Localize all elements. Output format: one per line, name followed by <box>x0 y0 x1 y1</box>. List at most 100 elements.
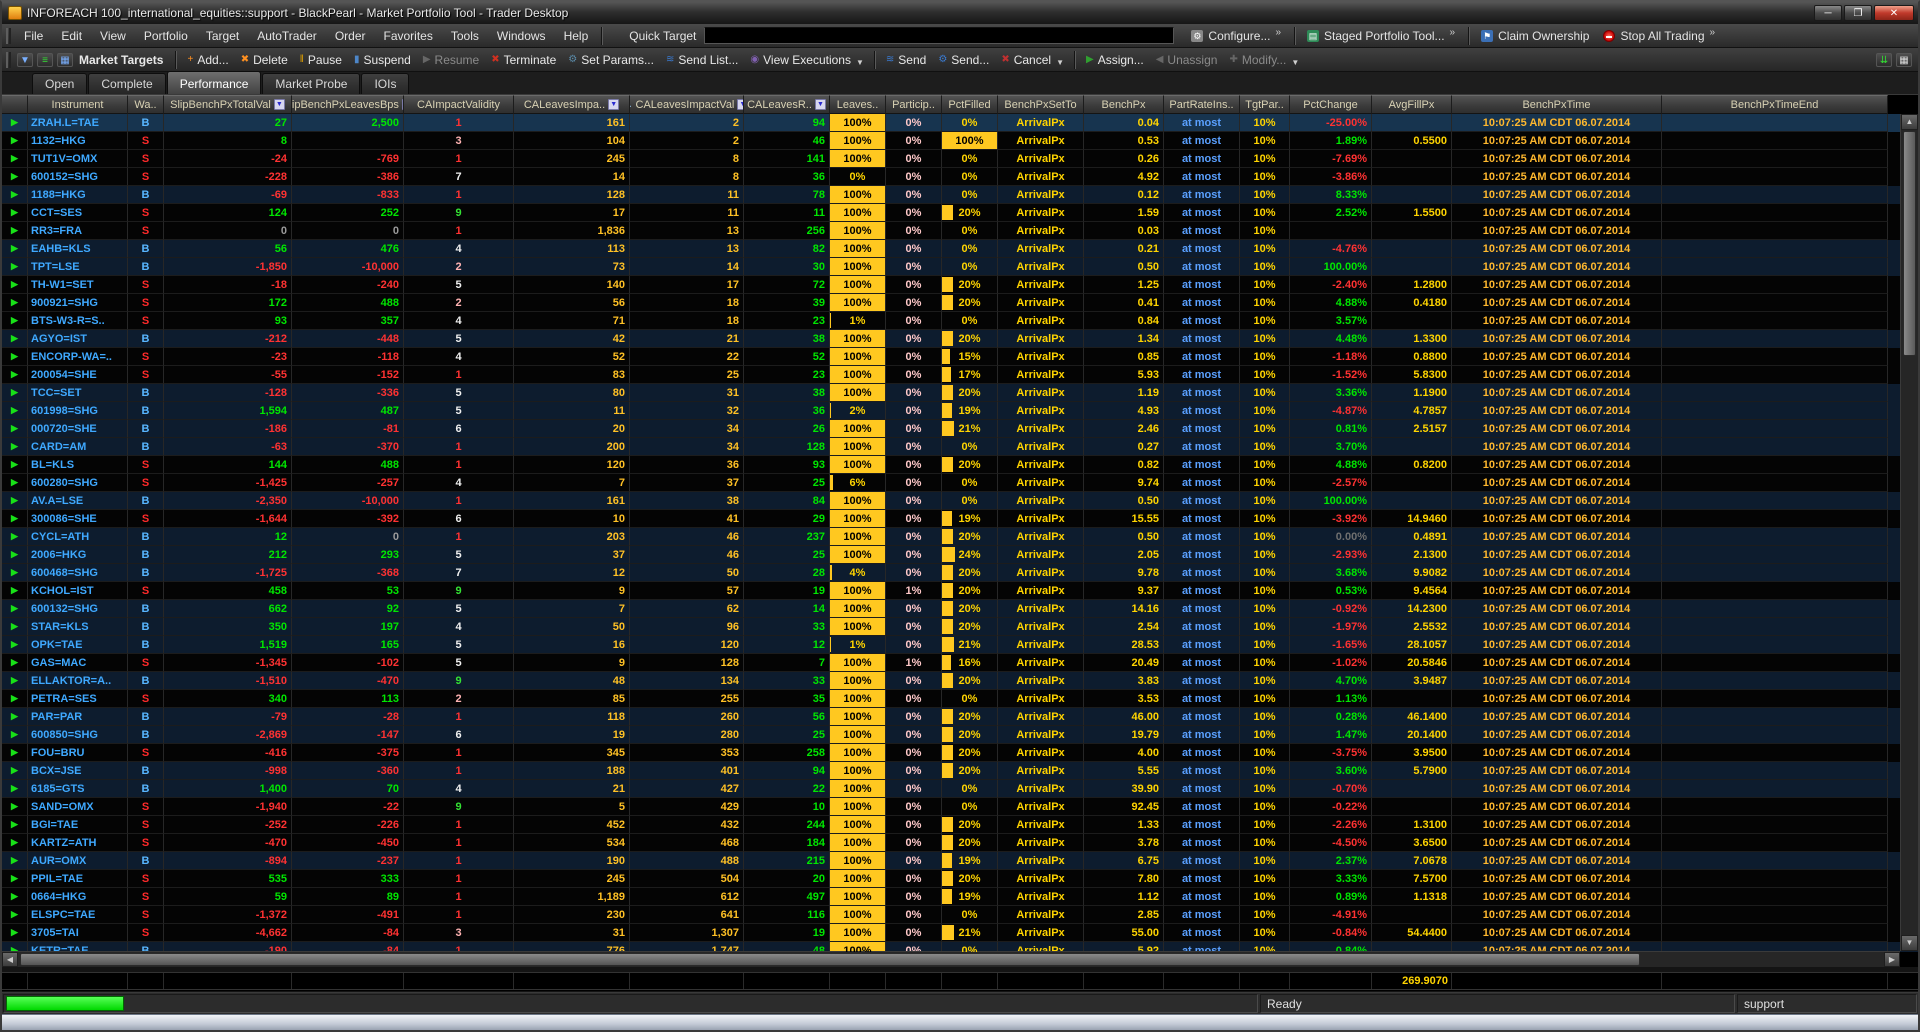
table-row[interactable]: ▶ PETRA=SES S 340 113 2 85 255 35 100% 0% 0% Arrival… <box>2 690 1918 708</box>
row-expand-icon[interactable]: ▶ <box>11 351 18 362</box>
column-header-pctFilled[interactable]: PctFilled <box>942 95 998 114</box>
table-row[interactable]: ▶ GAS=MAC S -1,345 -102 5 9 128 7 100% 1% 16% Arriva… <box>2 654 1918 672</box>
table-row[interactable]: ▶ 900921=SHG S 172 488 2 56 18 39 100% 0% 20% Arriva… <box>2 294 1918 312</box>
menu-tools[interactable]: Tools <box>442 26 488 46</box>
row-expand-icon[interactable]: ▶ <box>11 153 18 164</box>
table-row[interactable]: ▶ BCX=JSE B -998 -360 1 188 401 94 100% 0% 20% Arriv… <box>2 762 1918 780</box>
row-expand-cell[interactable]: ▶ <box>2 834 28 852</box>
row-expand-cell[interactable]: ▶ <box>2 132 28 150</box>
row-expand-cell[interactable]: ▶ <box>2 816 28 834</box>
vertical-scroll-track[interactable] <box>1901 357 1918 935</box>
row-expand-icon[interactable]: ▶ <box>11 603 18 614</box>
scroll-left-button[interactable]: ◀ <box>2 952 18 967</box>
row-expand-cell[interactable]: ▶ <box>2 366 28 384</box>
staged-portfolio-tool-button[interactable]: ▤ Staged Portfolio Tool... » <box>1300 25 1464 46</box>
row-expand-cell[interactable]: ▶ <box>2 114 28 132</box>
row-expand-icon[interactable]: ▶ <box>11 459 18 470</box>
table-row[interactable]: ▶ 300086=SHE S -1,644 -392 6 10 41 29 100% 0% 19% Ar… <box>2 510 1918 528</box>
row-expand-icon[interactable]: ▶ <box>11 423 18 434</box>
row-expand-cell[interactable]: ▶ <box>2 600 28 618</box>
send-button[interactable]: ≋ Send <box>880 51 932 69</box>
row-expand-cell[interactable]: ▶ <box>2 150 28 168</box>
row-expand-cell[interactable]: ▶ <box>2 330 28 348</box>
row-expand-icon[interactable]: ▶ <box>11 243 18 254</box>
row-expand-icon[interactable]: ▶ <box>11 513 18 524</box>
row-expand-cell[interactable]: ▶ <box>2 528 28 546</box>
table-row[interactable]: ▶ 601998=SHG B 1,594 487 5 11 32 36 2% 0% 19% Arriva… <box>2 402 1918 420</box>
vertical-scrollbar[interactable]: ▲ ▼ <box>1900 114 1918 951</box>
menu-autotrader[interactable]: AutoTrader <box>248 26 326 46</box>
row-expand-cell[interactable]: ▶ <box>2 888 28 906</box>
row-expand-icon[interactable]: ▶ <box>11 657 18 668</box>
row-expand-cell[interactable]: ▶ <box>2 546 28 564</box>
filter-icon[interactable]: ▼ <box>17 52 33 67</box>
export-icon[interactable]: ⇊ <box>1876 52 1892 67</box>
column-header-benchSet[interactable]: BenchPxSetTo <box>998 95 1084 114</box>
column-header-instr[interactable]: Instrument <box>28 95 128 114</box>
table-row[interactable]: ▶ CCT=SES S 124 252 9 17 11 11 100% 0% 20% ArrivalPx… <box>2 204 1918 222</box>
row-expand-cell[interactable]: ▶ <box>2 204 28 222</box>
resume-button[interactable]: ▶ Resume <box>417 51 485 69</box>
table-row[interactable]: ▶ 1132=HKG S 8 3 104 2 46 100% 0% 100% ArrivalPx 0.5… <box>2 132 1918 150</box>
row-expand-icon[interactable]: ▶ <box>11 369 18 380</box>
configure-button[interactable]: ⚙ Configure... » <box>1184 25 1290 46</box>
add-button[interactable]: + Add... <box>181 51 234 69</box>
column-header-validity[interactable]: CAImpactValidity <box>404 95 514 114</box>
assign-button[interactable]: ▶ Assign... <box>1080 51 1150 69</box>
menu-help[interactable]: Help <box>555 26 598 46</box>
row-expand-cell[interactable]: ▶ <box>2 312 28 330</box>
table-row[interactable]: ▶ ENCORP-WA=.. S -23 -118 4 52 22 52 100% 0% 15% Arr… <box>2 348 1918 366</box>
pause-button[interactable]: ‖ Pause <box>294 51 348 69</box>
column-header-arrow[interactable] <box>2 95 28 114</box>
row-expand-icon[interactable]: ▶ <box>11 477 18 488</box>
menu-file[interactable]: File <box>15 26 52 46</box>
column-header-impactVal[interactable]: ▲CALeavesImpactVal▼ <box>630 95 744 114</box>
column-header-benchPx[interactable]: BenchPx <box>1084 95 1164 114</box>
column-header-avgFill[interactable]: AvgFillPx <box>1372 95 1452 114</box>
table-row[interactable]: ▶ TH-W1=SET S -18 -240 5 140 17 72 100% 0% 20% Arriv… <box>2 276 1918 294</box>
table-row[interactable]: ▶ 6185=GTS B 1,400 70 4 21 427 22 100% 0% 0% Arrival… <box>2 780 1918 798</box>
table-row[interactable]: ▶ 600468=SHG B -1,725 -368 7 12 50 28 4% 0% 20% Arri… <box>2 564 1918 582</box>
row-expand-cell[interactable]: ▶ <box>2 186 28 204</box>
row-expand-cell[interactable]: ▶ <box>2 654 28 672</box>
dropdown-arrow-icon[interactable]: ▼ <box>856 58 864 67</box>
table-row[interactable]: ▶ CYCL=ATH B 12 0 1 203 46 237 100% 0% 20% ArrivalPx… <box>2 528 1918 546</box>
table-row[interactable]: ▶ 600132=SHG B 662 92 5 7 62 14 100% 0% 20% ArrivalP… <box>2 600 1918 618</box>
row-expand-icon[interactable]: ▶ <box>11 405 18 416</box>
table-row[interactable]: ▶ 2006=HKG B 212 293 5 37 46 25 100% 0% 24% ArrivalP… <box>2 546 1918 564</box>
row-expand-cell[interactable]: ▶ <box>2 762 28 780</box>
row-expand-icon[interactable]: ▶ <box>11 891 18 902</box>
table-row[interactable]: ▶ EAHB=KLS B 56 476 4 113 13 82 100% 0% 0% ArrivalPx… <box>2 240 1918 258</box>
row-expand-cell[interactable]: ▶ <box>2 636 28 654</box>
row-expand-cell[interactable]: ▶ <box>2 492 28 510</box>
minimize-button[interactable]: ─ <box>1814 5 1842 21</box>
table-row[interactable]: ▶ TPT=LSE B -1,850 -10,000 2 73 14 30 100% 0% 0% Arr… <box>2 258 1918 276</box>
column-filter-icon[interactable]: ▼ <box>737 99 743 110</box>
stop-all-trading-button[interactable]: Stop All Trading » <box>1596 25 1724 46</box>
table-row[interactable]: ▶ AGYO=IST B -212 -448 5 42 21 38 100% 0% 20% Arriva… <box>2 330 1918 348</box>
table-row[interactable]: ▶ TUT1V=OMX S -24 -769 1 245 8 141 100% 0% 0% Arriva… <box>2 150 1918 168</box>
row-expand-icon[interactable]: ▶ <box>11 855 18 866</box>
column-header-tgtPar[interactable]: TgtPar.. <box>1240 95 1290 114</box>
row-expand-icon[interactable]: ▶ <box>11 171 18 182</box>
table-row[interactable]: ▶ BL=KLS S 144 488 1 120 36 93 100% 0% 20% ArrivalPx… <box>2 456 1918 474</box>
row-expand-icon[interactable]: ▶ <box>11 261 18 272</box>
row-expand-cell[interactable]: ▶ <box>2 438 28 456</box>
terminate-button[interactable]: ✖ Terminate <box>485 51 562 69</box>
table-row[interactable]: ▶ BGI=TAE S -252 -226 1 452 432 244 100% 0% 20% Arri… <box>2 816 1918 834</box>
row-expand-cell[interactable]: ▶ <box>2 780 28 798</box>
column-header-slipTotal[interactable]: SlipBenchPxTotalVal ▼ <box>164 95 292 114</box>
row-expand-icon[interactable]: ▶ <box>11 621 18 632</box>
table-row[interactable]: ▶ CARD=AM B -63 -370 1 200 34 128 100% 0% 0% Arrival… <box>2 438 1918 456</box>
row-expand-icon[interactable]: ▶ <box>11 693 18 704</box>
row-expand-cell[interactable]: ▶ <box>2 348 28 366</box>
scroll-right-button[interactable]: ▶ <box>1884 952 1900 967</box>
table-row[interactable]: ▶ PAR=PAR B -79 -28 1 118 260 56 100% 0% 20% Arrival… <box>2 708 1918 726</box>
table-row[interactable]: ▶ 0664=HKG S 59 89 1 1,189 612 497 100% 0% 19% Arriv… <box>2 888 1918 906</box>
row-expand-cell[interactable]: ▶ <box>2 474 28 492</box>
toolbar-grip[interactable] <box>6 27 11 44</box>
row-expand-icon[interactable]: ▶ <box>11 783 18 794</box>
row-expand-cell[interactable]: ▶ <box>2 420 28 438</box>
row-expand-icon[interactable]: ▶ <box>11 801 18 812</box>
row-expand-cell[interactable]: ▶ <box>2 798 28 816</box>
